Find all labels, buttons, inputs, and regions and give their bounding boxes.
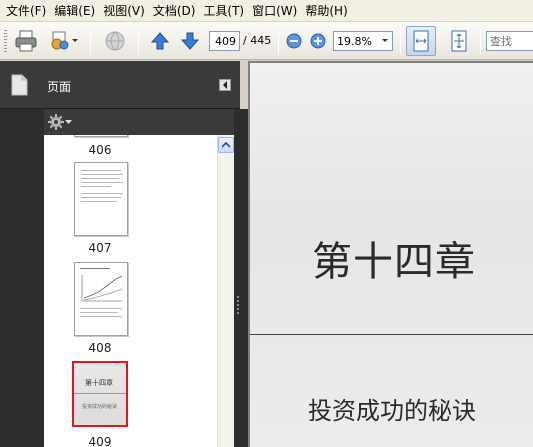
- thumbnail-label: 408: [88, 341, 112, 355]
- gear-icon: [48, 114, 64, 130]
- pages-panel-header: [0, 61, 240, 109]
- menu-file[interactable]: 文件(F): [4, 2, 52, 19]
- fit-page-button[interactable]: [446, 27, 472, 55]
- next-page-button[interactable]: [178, 27, 202, 55]
- fit-width-button[interactable]: [406, 26, 436, 56]
- menu-bar: 文件(F) 编辑(E) 视图(V) 文档(D) 工具(T) 窗口(W) 帮助(H…: [0, 0, 533, 22]
- thumbnail-page[interactable]: [74, 135, 128, 137]
- zoom-in-button[interactable]: [308, 27, 328, 55]
- chevron-down-icon: [65, 119, 72, 124]
- pages-icon: [11, 74, 28, 96]
- page-number-input[interactable]: [209, 31, 240, 51]
- arrow-down-icon: [180, 32, 200, 50]
- print-button[interactable]: [12, 27, 40, 55]
- toolbar-separator: [90, 28, 91, 54]
- globe-icon: [105, 31, 125, 51]
- collaborate-button[interactable]: [46, 27, 82, 55]
- chevron-up-icon: [222, 142, 230, 148]
- zoom-input[interactable]: [334, 32, 378, 50]
- thumbnail-page[interactable]: [74, 162, 128, 236]
- chevron-down-icon: [382, 39, 388, 42]
- document-page: 第十四章 投资成功的秘诀: [250, 63, 533, 447]
- thumbnail-scrollbar[interactable]: [217, 135, 234, 447]
- zoom-in-icon: [310, 33, 326, 49]
- zoom-out-button[interactable]: [284, 27, 304, 55]
- thumbnail-list[interactable]: 406 407 408 第十四章 投资成功的秘诀 409: [44, 135, 219, 447]
- menu-view[interactable]: 视图(V): [101, 2, 151, 19]
- pages-panel-title: 页面: [47, 80, 72, 94]
- search-input[interactable]: [486, 31, 533, 51]
- zoom-dropdown-button[interactable]: [379, 34, 391, 48]
- fit-width-icon: [413, 30, 429, 52]
- thumbnail-page[interactable]: [74, 262, 128, 336]
- thumbnail-label: 406: [88, 143, 112, 157]
- menu-document[interactable]: 文档(D): [151, 2, 202, 19]
- navigation-strip: [0, 61, 46, 447]
- chapter-title: 第十四章: [312, 239, 476, 285]
- thumbnail-chart-icon: [81, 275, 123, 302]
- menu-window[interactable]: 窗口(W): [250, 2, 303, 19]
- page-divider: [250, 334, 533, 335]
- chevron-left-icon: [223, 81, 227, 89]
- menu-edit[interactable]: 编辑(E): [52, 2, 101, 19]
- toolbar-separator: [400, 28, 401, 54]
- options-menu-button[interactable]: [47, 113, 75, 131]
- arrow-up-icon: [150, 32, 170, 50]
- document-view[interactable]: 第十四章 投资成功的秘诀: [248, 61, 533, 447]
- zoom-out-icon: [286, 33, 302, 49]
- splitter-grip[interactable]: [237, 296, 239, 316]
- toolbar-separator: [138, 28, 139, 54]
- page-total-label: / 445: [243, 34, 272, 47]
- menu-help[interactable]: 帮助(H): [303, 2, 353, 19]
- chapter-subtitle: 投资成功的秘诀: [308, 397, 476, 425]
- thumbnail-page-selected[interactable]: 第十四章 投资成功的秘诀: [72, 361, 128, 427]
- collapse-panel-button[interactable]: [219, 79, 231, 91]
- collaborate-icon: [51, 31, 69, 50]
- chevron-down-icon: [72, 39, 78, 42]
- previous-page-button[interactable]: [148, 27, 172, 55]
- toolbar-grip[interactable]: [4, 30, 7, 52]
- panel-splitter[interactable]: [234, 109, 248, 447]
- thumbnail-toolbar: [44, 109, 236, 135]
- thumbnail-label: 409: [88, 435, 112, 447]
- printer-icon: [15, 30, 37, 52]
- zoom-select[interactable]: [333, 31, 393, 51]
- toolbar-separator: [480, 28, 481, 54]
- scroll-up-button[interactable]: [218, 137, 234, 153]
- fit-page-icon: [451, 30, 467, 52]
- toolbar-separator: [278, 28, 279, 54]
- pages-panel-button[interactable]: [8, 74, 30, 96]
- thumbnail-label: 407: [88, 241, 112, 255]
- secure-button[interactable]: [100, 27, 130, 55]
- toolbar: / 445: [0, 22, 533, 60]
- thumbnail-subtitle: 投资成功的秘诀: [82, 404, 118, 410]
- menu-tools[interactable]: 工具(T): [201, 2, 250, 19]
- thumbnail-chapter-title: 第十四章: [85, 379, 113, 387]
